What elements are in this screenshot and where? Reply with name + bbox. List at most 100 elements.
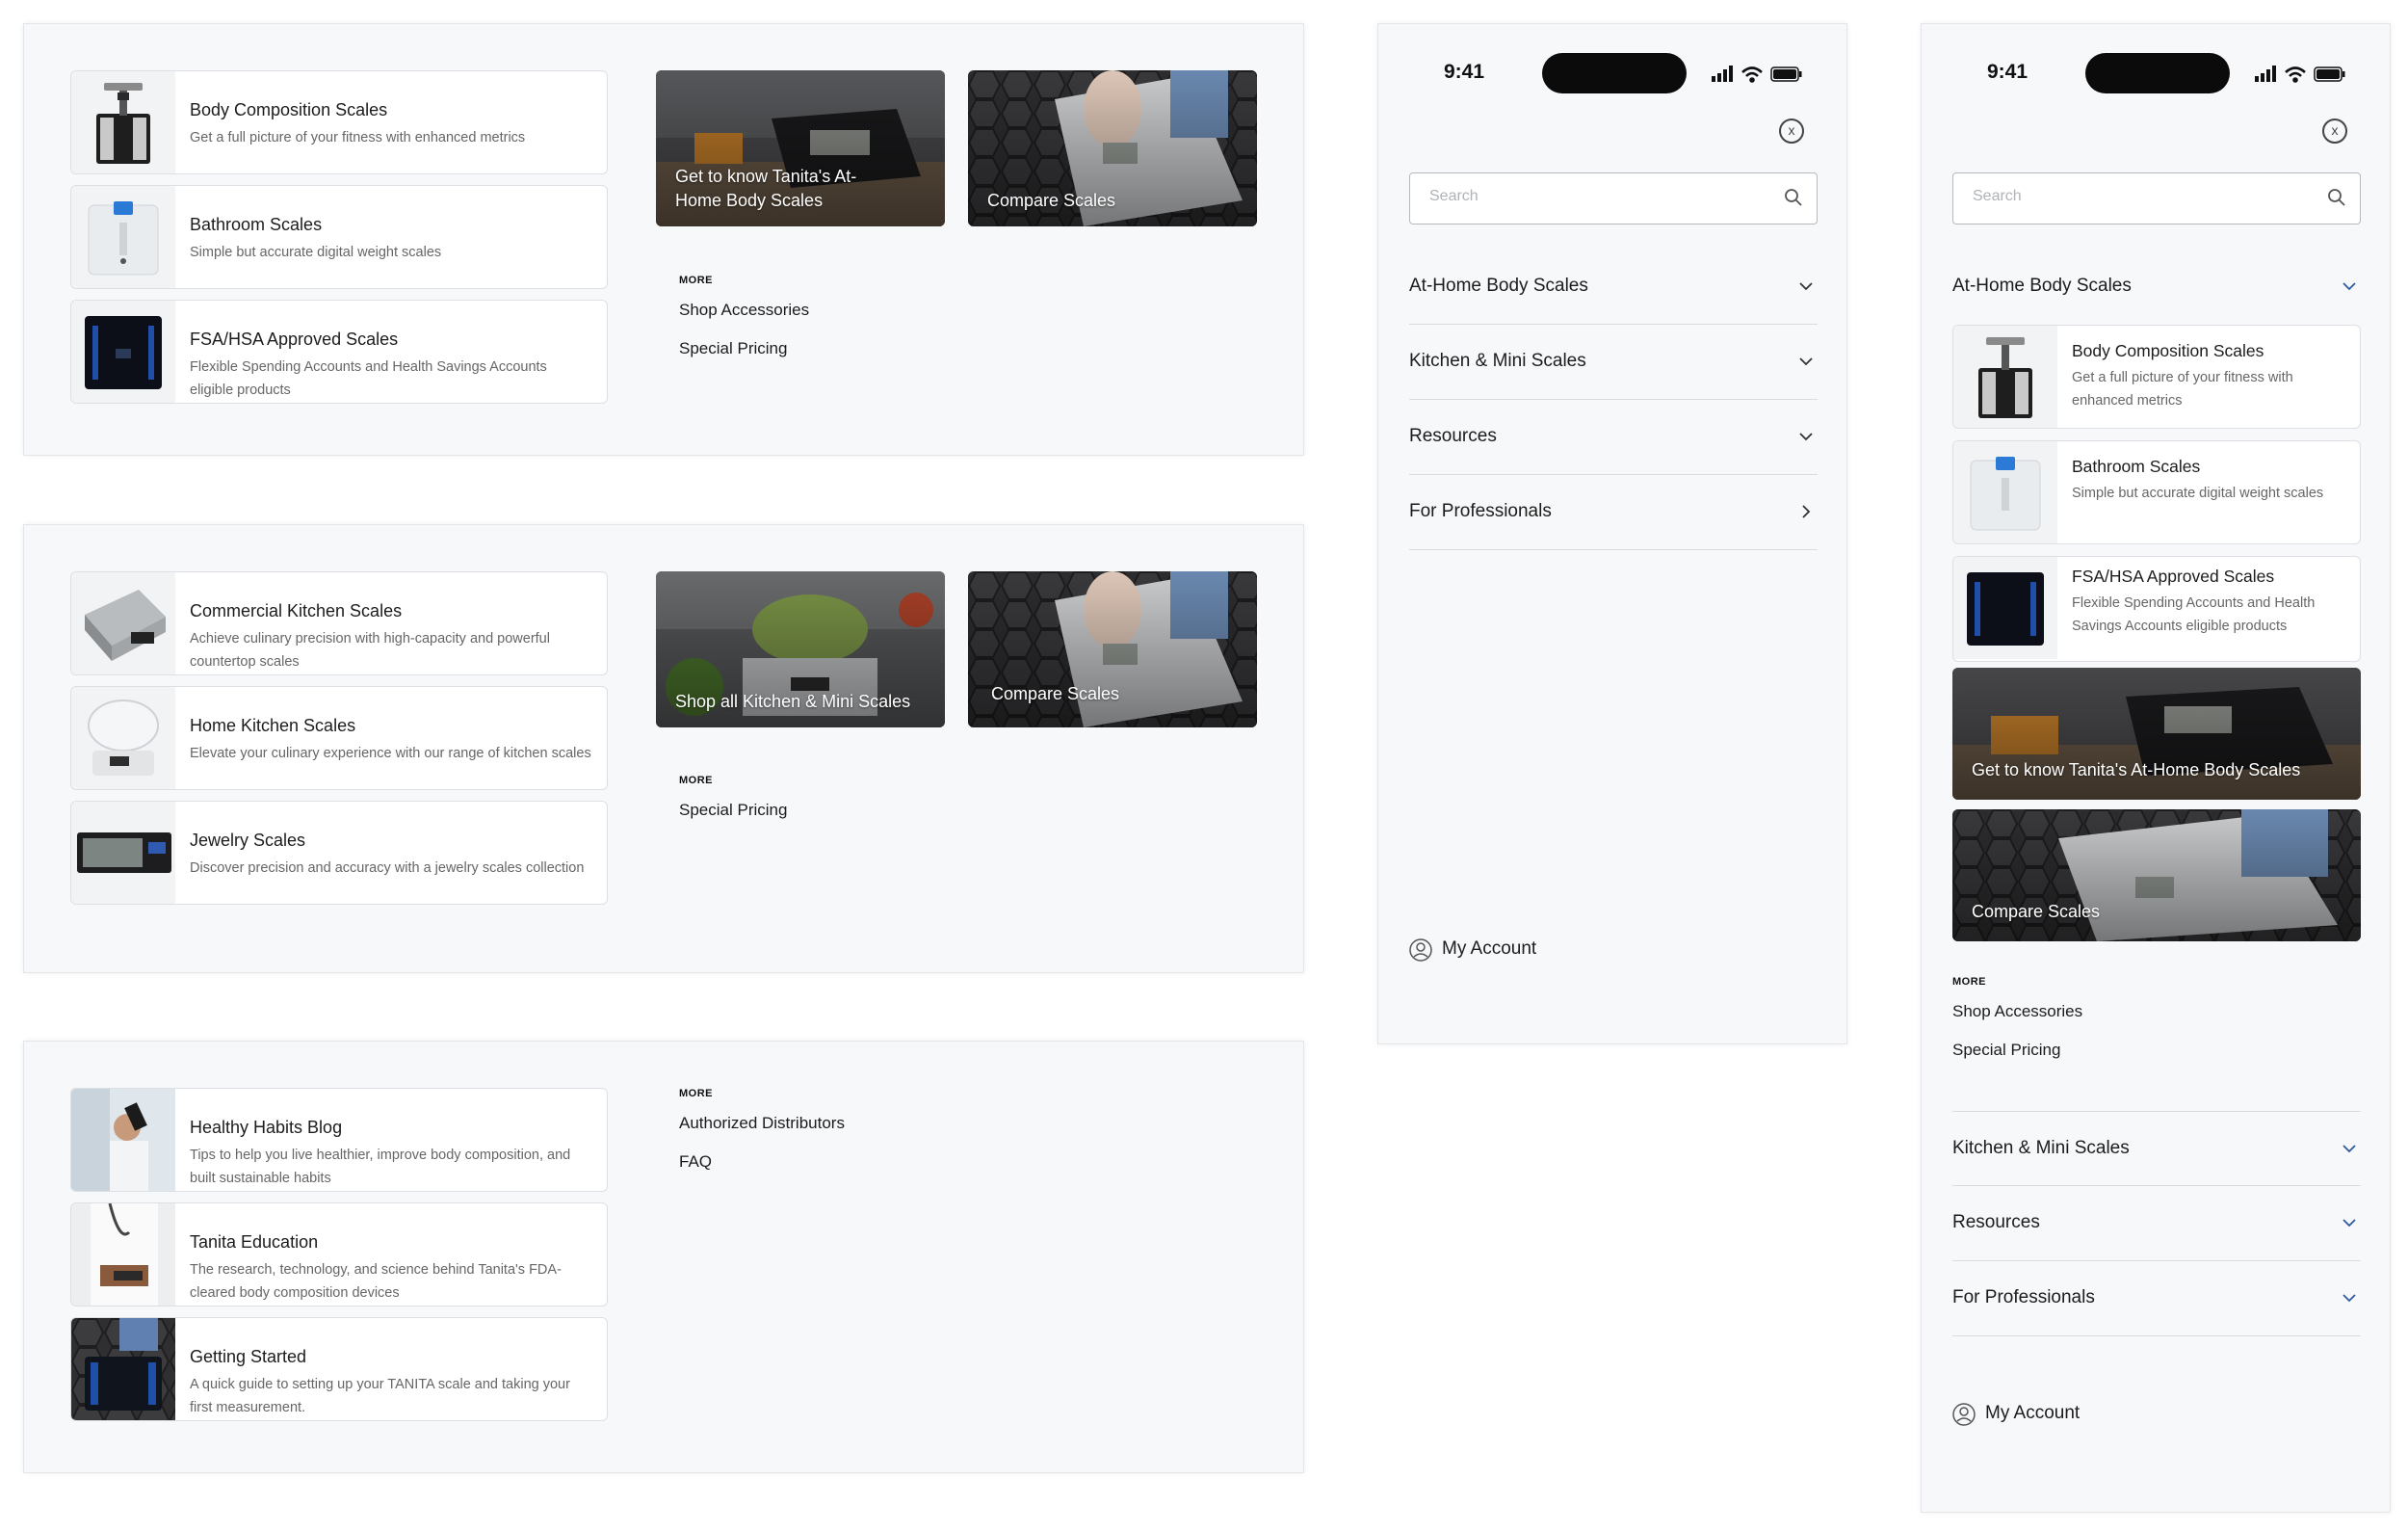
more-link-shop-accessories[interactable]: Shop Accessories — [679, 300, 809, 338]
nav-item-at-home-body-scales[interactable]: At-Home Body Scales — [1409, 250, 1818, 325]
card-title: Home Kitchen Scales — [190, 716, 356, 735]
tile-label: Compare Scales — [1972, 902, 2101, 921]
close-icon: x — [1788, 122, 1795, 138]
category-card-home-kitchen[interactable]: Home Kitchen Scales Elevate your culinar… — [70, 686, 608, 790]
kitchen-scales-mega-menu: Commercial Kitchen Scales Achieve culina… — [23, 524, 1304, 973]
bathroom-scale-image — [71, 186, 175, 288]
category-card-body-composition[interactable]: Body Composition Scales Get a full pictu… — [70, 70, 608, 174]
more-heading: MORE — [679, 1088, 713, 1099]
category-card-jewelry[interactable]: Jewelry Scales Discover precision and ac… — [70, 801, 608, 905]
chevron-down-icon — [2343, 1294, 2356, 1303]
nav-label: Kitchen & Mini Scales — [1952, 1138, 2130, 1158]
nav-item-for-professionals[interactable]: For Professionals — [1409, 475, 1818, 550]
nav-item-kitchen-mini-scales[interactable]: Kitchen & Mini Scales — [1409, 325, 1818, 400]
more-link-faq[interactable]: FAQ — [679, 1151, 845, 1190]
dynamic-island — [2085, 53, 2230, 93]
home-kitchen-scale-image — [71, 687, 175, 789]
card-description: Simple but accurate digital weight scale… — [2072, 486, 2324, 501]
card-title: Jewelry Scales — [190, 831, 306, 850]
card-description: Achieve culinary precision with high-cap… — [190, 631, 550, 670]
body-composition-scale-image — [1953, 326, 2057, 428]
tile-label: Get to know Tanita's At-Home Body Scales — [1972, 760, 2301, 779]
more-links: MORE Special Pricing — [679, 775, 787, 838]
card-description: Get a full picture of your fitness with … — [2072, 370, 2293, 409]
category-card-bathroom[interactable]: Bathroom Scales Simple but accurate digi… — [1952, 440, 2361, 544]
nav-item-at-home-body-scales-open[interactable]: At-Home Body Scales — [1952, 250, 2361, 325]
mobile-menu-expanded: 9:41 x At-Home Body Scales — [1921, 23, 2391, 1513]
category-card-list: Healthy Habits Blog Tips to help you liv… — [70, 1088, 608, 1432]
tile-get-to-know-body-scales[interactable]: Get to know Tanita's At-Home Body Scales — [656, 70, 945, 226]
card-description: Tips to help you live healthier, improve… — [190, 1148, 571, 1186]
chevron-down-icon — [1799, 357, 1813, 366]
tile-label: Shop all Kitchen & Mini Scales — [675, 692, 911, 711]
search-box[interactable] — [1952, 172, 2361, 224]
nav-label: For Professionals — [1952, 1287, 2095, 1307]
close-menu-button[interactable]: x — [1779, 119, 1804, 144]
signal-icon — [2255, 66, 2276, 82]
close-icon: x — [2331, 122, 2339, 138]
card-title: FSA/HSA Approved Scales — [190, 330, 399, 349]
category-card-fsa-hsa[interactable]: FSA/HSA Approved Scales Flexible Spendin… — [1952, 556, 2361, 662]
more-links: MORE Shop Accessories Special Pricing — [1952, 976, 2082, 1078]
tile-compare-scales[interactable]: Compare Scales — [1952, 809, 2361, 941]
chevron-down-icon — [2343, 1145, 2356, 1153]
card-description: Flexible Spending Accounts and Health Sa… — [190, 359, 547, 398]
fsa-hsa-scale-image — [1953, 557, 2057, 659]
category-card-body-composition[interactable]: Body Composition Scales Get a full pictu… — [1952, 325, 2361, 429]
tanita-education-image — [71, 1203, 175, 1306]
category-card-commercial-kitchen[interactable]: Commercial Kitchen Scales Achieve culina… — [70, 571, 608, 675]
close-menu-button[interactable]: x — [2322, 119, 2347, 144]
search-icon[interactable] — [2327, 188, 2346, 207]
nav-item-resources[interactable]: Resources — [1952, 1186, 2361, 1261]
search-icon[interactable] — [1784, 188, 1803, 207]
card-title: Healthy Habits Blog — [190, 1118, 343, 1137]
search-input[interactable] — [1971, 187, 2302, 206]
category-card-tanita-education[interactable]: Tanita Education The research, technolog… — [70, 1202, 608, 1307]
more-link-authorized-distributors[interactable]: Authorized Distributors — [679, 1113, 845, 1151]
battery-icon — [2314, 66, 2345, 82]
nav-label: Resources — [1409, 426, 1497, 446]
chevron-down-icon — [2343, 282, 2356, 291]
card-title: Getting Started — [190, 1347, 307, 1366]
battery-icon — [1770, 66, 1802, 82]
card-description: The research, technology, and science be… — [190, 1262, 562, 1301]
category-card-fsa-hsa[interactable]: FSA/HSA Approved Scales Flexible Spendin… — [70, 300, 608, 404]
body-composition-scale-image — [71, 71, 175, 173]
card-title: Commercial Kitchen Scales — [190, 601, 403, 620]
status-icons — [1712, 65, 1804, 89]
tile-get-to-know-body-scales[interactable]: Get to know Tanita's At-Home Body Scales — [1952, 668, 2361, 800]
tile-compare-scales[interactable]: Compare Scales — [968, 571, 1257, 727]
category-card-healthy-habits-blog[interactable]: Healthy Habits Blog Tips to help you liv… — [70, 1088, 608, 1192]
more-link-special-pricing[interactable]: Special Pricing — [679, 800, 787, 838]
card-description: Elevate your culinary experience with ou… — [190, 746, 591, 761]
tile-label: Compare Scales — [987, 191, 1116, 210]
category-card-bathroom[interactable]: Bathroom Scales Simple but accurate digi… — [70, 185, 608, 289]
tile-compare-scales[interactable]: Compare Scales — [968, 70, 1257, 226]
search-input[interactable] — [1427, 187, 1759, 206]
category-card-getting-started[interactable]: Getting Started A quick guide to setting… — [70, 1317, 608, 1421]
nav-item-resources[interactable]: Resources — [1409, 400, 1818, 475]
resources-mega-menu: Healthy Habits Blog Tips to help you liv… — [23, 1041, 1304, 1473]
nav-label: For Professionals — [1409, 501, 1552, 521]
more-link-special-pricing[interactable]: Special Pricing — [679, 338, 809, 377]
nav-label: At-Home Body Scales — [1409, 276, 1588, 296]
tile-shop-all-kitchen[interactable]: Shop all Kitchen & Mini Scales — [656, 571, 945, 727]
healthy-habits-image — [71, 1089, 175, 1191]
more-links: MORE Shop Accessories Special Pricing — [679, 275, 809, 377]
nav-item-kitchen-mini-scales[interactable]: Kitchen & Mini Scales — [1952, 1111, 2361, 1186]
more-link-shop-accessories[interactable]: Shop Accessories — [1952, 1001, 2082, 1040]
category-card-list: Body Composition Scales Get a full pictu… — [70, 70, 608, 414]
dynamic-island — [1542, 53, 1687, 93]
status-time: 9:41 — [1987, 61, 2028, 83]
account-label: My Account — [1442, 938, 1537, 959]
more-link-special-pricing[interactable]: Special Pricing — [1952, 1040, 2082, 1078]
chevron-right-icon — [1802, 505, 1811, 518]
user-icon — [1952, 1403, 1976, 1426]
search-box[interactable] — [1409, 172, 1818, 224]
card-description: Discover precision and accuracy with a j… — [190, 860, 585, 876]
card-title: Tanita Education — [190, 1232, 319, 1252]
nav-item-for-professionals[interactable]: For Professionals — [1952, 1261, 2361, 1336]
user-icon — [1409, 938, 1432, 962]
fsa-hsa-scale-image — [71, 301, 175, 403]
chevron-down-icon — [1799, 433, 1813, 441]
